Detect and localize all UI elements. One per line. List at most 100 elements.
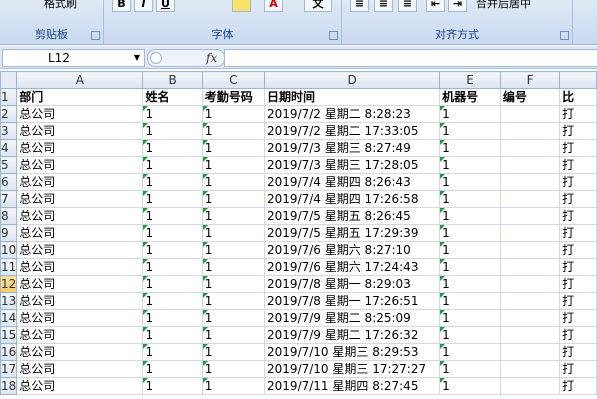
- cell[interactable]: 1: [201, 173, 266, 191]
- chevron-down-icon[interactable]: ▼: [134, 50, 140, 66]
- row-header[interactable]: 7: [0, 190, 18, 208]
- column-header[interactable]: [559, 71, 597, 89]
- cell[interactable]: 1: [439, 275, 501, 293]
- cell[interactable]: 2019/7/5 星期五 8:26:45: [264, 207, 441, 225]
- row-header[interactable]: 9: [0, 224, 18, 242]
- row-header[interactable]: 2: [0, 105, 18, 123]
- cell[interactable]: 1: [439, 122, 501, 140]
- cell[interactable]: 1: [201, 241, 266, 259]
- alignment-launcher-icon[interactable]: [560, 31, 569, 40]
- cell[interactable]: 1: [439, 292, 501, 310]
- cell[interactable]: 2019/7/10 星期三 8:29:53: [264, 343, 441, 361]
- cell[interactable]: 1: [439, 156, 501, 174]
- increase-indent-icon[interactable]: ⇥: [448, 0, 467, 12]
- column-header[interactable]: A: [16, 71, 144, 89]
- row-header[interactable]: 8: [0, 207, 18, 225]
- cell[interactable]: 1: [201, 377, 266, 395]
- cell[interactable]: 总公司: [16, 275, 144, 293]
- italic-button[interactable]: I: [134, 0, 153, 12]
- cell[interactable]: 1: [142, 241, 203, 259]
- cell[interactable]: 总公司: [16, 343, 144, 361]
- cell[interactable]: 总公司: [16, 173, 144, 191]
- row-header[interactable]: 17: [0, 360, 18, 378]
- cell[interactable]: [499, 173, 561, 191]
- cell[interactable]: 2019/7/10 星期三 17:27:27: [264, 360, 441, 378]
- cell[interactable]: 1: [142, 190, 203, 208]
- cell[interactable]: 1: [142, 122, 203, 140]
- cell[interactable]: 1: [439, 207, 501, 225]
- cell[interactable]: 打: [559, 309, 597, 327]
- cell[interactable]: 打: [559, 360, 597, 378]
- cell[interactable]: 1: [201, 343, 266, 361]
- cell[interactable]: 打: [559, 343, 597, 361]
- cell[interactable]: 总公司: [16, 122, 144, 140]
- insert-function-button[interactable]: fx: [206, 50, 217, 66]
- cell[interactable]: 2019/7/3 星期三 17:28:05: [264, 156, 441, 174]
- cell[interactable]: 打: [559, 190, 597, 208]
- cell[interactable]: 1: [439, 326, 501, 344]
- clipboard-launcher-icon[interactable]: [91, 31, 100, 40]
- align-right-icon[interactable]: ≡: [398, 0, 417, 12]
- cell[interactable]: [499, 326, 561, 344]
- cell[interactable]: 1: [201, 275, 266, 293]
- cell[interactable]: [499, 292, 561, 310]
- cell[interactable]: 打: [559, 275, 597, 293]
- cell[interactable]: 1: [142, 343, 203, 361]
- cell[interactable]: 1: [142, 326, 203, 344]
- cell[interactable]: 2019/7/4 星期四 17:26:58: [264, 190, 441, 208]
- cell[interactable]: 总公司: [16, 156, 144, 174]
- cell[interactable]: 打: [559, 258, 597, 276]
- cell[interactable]: 打: [559, 292, 597, 310]
- row-header[interactable]: 14: [0, 309, 18, 327]
- fill-color-icon[interactable]: [232, 0, 251, 12]
- cell[interactable]: 1: [439, 309, 501, 327]
- cell[interactable]: 1: [439, 105, 501, 123]
- cell[interactable]: 2019/7/4 星期四 8:26:43: [264, 173, 441, 191]
- cell[interactable]: 2019/7/6 星期六 17:24:43: [264, 258, 441, 276]
- cell[interactable]: 比: [559, 88, 597, 106]
- cell[interactable]: 2019/7/9 星期二 17:26:32: [264, 326, 441, 344]
- cell[interactable]: 打: [559, 241, 597, 259]
- cell[interactable]: 1: [142, 207, 203, 225]
- row-header[interactable]: 12: [0, 275, 18, 293]
- column-header[interactable]: E: [439, 71, 501, 89]
- cell[interactable]: 打: [559, 156, 597, 174]
- cell[interactable]: 1: [201, 292, 266, 310]
- cell[interactable]: [499, 156, 561, 174]
- cell[interactable]: 1: [439, 343, 501, 361]
- cell[interactable]: [499, 190, 561, 208]
- cell[interactable]: [499, 139, 561, 157]
- column-header[interactable]: C: [201, 71, 266, 89]
- cell[interactable]: [499, 377, 561, 395]
- cell[interactable]: 1: [142, 156, 203, 174]
- cell[interactable]: 1: [142, 309, 203, 327]
- cell[interactable]: 1: [142, 292, 203, 310]
- cell[interactable]: 总公司: [16, 292, 144, 310]
- font-color-icon[interactable]: A: [264, 0, 283, 12]
- row-header[interactable]: 5: [0, 156, 18, 174]
- cell[interactable]: 总公司: [16, 207, 144, 225]
- cell[interactable]: 总公司: [16, 224, 144, 242]
- cell[interactable]: 1: [439, 173, 501, 191]
- cell[interactable]: 1: [142, 105, 203, 123]
- cell[interactable]: 打: [559, 105, 597, 123]
- row-header[interactable]: 18: [0, 377, 18, 395]
- align-left-icon[interactable]: ≡: [350, 0, 369, 12]
- cell[interactable]: 总公司: [16, 326, 144, 344]
- cell[interactable]: 2019/7/8 星期一 8:29:03: [264, 275, 441, 293]
- cell[interactable]: 1: [142, 360, 203, 378]
- cell[interactable]: 姓名: [142, 88, 203, 106]
- cell[interactable]: [499, 309, 561, 327]
- cell[interactable]: 1: [201, 139, 266, 157]
- cell[interactable]: 打: [559, 139, 597, 157]
- cell[interactable]: 部门: [16, 88, 144, 106]
- cell[interactable]: 编号: [499, 88, 561, 106]
- cell[interactable]: 1: [142, 258, 203, 276]
- cell[interactable]: 2019/7/11 星期四 8:27:45: [264, 377, 441, 395]
- cell[interactable]: 2019/7/5 星期五 17:29:39: [264, 224, 441, 242]
- cell[interactable]: 1: [439, 224, 501, 242]
- cell[interactable]: 日期时间: [264, 88, 441, 106]
- cell[interactable]: 总公司: [16, 377, 144, 395]
- phonetic-button[interactable]: 文: [304, 0, 332, 12]
- cell[interactable]: [499, 241, 561, 259]
